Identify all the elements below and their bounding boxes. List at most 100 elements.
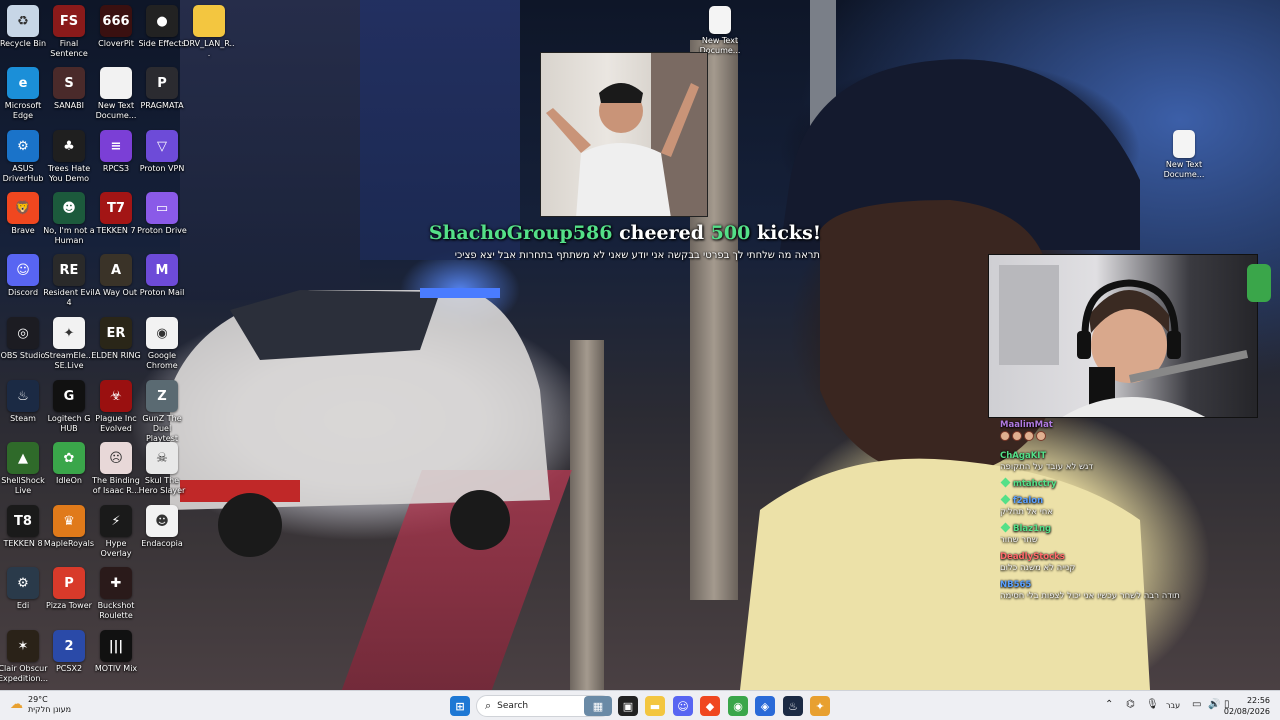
desktop-icon-text-document[interactable]: New Text Docume... (90, 67, 142, 121)
desktop-icon-obs-studio[interactable]: ◎ OBS Studio (0, 317, 49, 361)
chat-username: NB565 (1000, 580, 1270, 591)
desktop-icon-edge[interactable]: e Microsoft Edge (0, 67, 49, 121)
desktop-icon-tekken7[interactable]: T7 TEKKEN 7 (90, 192, 142, 236)
desktop-icon-shellshock-live[interactable]: ▲ ShellShock Live (0, 442, 49, 496)
desktop-icon-logitech-ghub[interactable]: G Logitech G HUB (43, 380, 95, 434)
endacopia-icon: ☻ (146, 505, 178, 537)
desktop-icon-new-text-document[interactable]: New Text Docume... (694, 6, 746, 56)
desktop-icon-pragmata[interactable]: P PRAGMATA (136, 67, 188, 111)
chat-text: אחי אל תחליק (1000, 507, 1053, 517)
desktop-icon-label: Steam (10, 414, 36, 423)
discord-taskbar-icon[interactable]: ☺ (673, 696, 693, 716)
avatar (1247, 264, 1271, 302)
recycle-bin-icon: ♻ (7, 5, 39, 37)
app-taskbar-icon[interactable]: ◈ (755, 696, 775, 716)
chat-message: f2alon אחי אל תחליק (1000, 494, 1270, 518)
language-indicator[interactable]: עבר (1166, 701, 1180, 710)
chrome-taskbar-icon[interactable]: ◉ (728, 696, 748, 716)
desktop-icon-cloverpit[interactable]: 666 CloverPit (90, 5, 142, 49)
widgets-icon[interactable]: ▦ (584, 696, 612, 716)
desktop-icon-skul[interactable]: ☠ Skul The Hero Slayer (136, 442, 188, 496)
clock[interactable]: 22:56 02/08/2026 (1224, 695, 1270, 717)
desktop-icon-mapleroyals[interactable]: ♛ MapleRoyals (43, 505, 95, 549)
tekken8-icon: T8 (7, 505, 39, 537)
chat-message: Blaz1ng שחר שחור (1000, 522, 1270, 546)
desktop-icon-gunz[interactable]: Z GunZ The Duel Playtest (136, 380, 188, 444)
cheer-alert: ShachoGroup586 cheered 500 kicks! (380, 222, 870, 244)
desktop-icon-asus-driverhub[interactable]: ⚙ ASUS DriverHub (0, 130, 49, 184)
desktop-icon-buckshot-roulette[interactable]: ✚ Buckshot Roulette (90, 567, 142, 621)
brave-taskbar-icon[interactable]: ◆ (700, 696, 720, 716)
clock-date: 02/08/2026 (1223, 707, 1270, 716)
desktop-icon-label: Logitech G HUB (47, 414, 91, 433)
desktop-icon-proton-mail[interactable]: M Proton Mail (136, 254, 188, 298)
desktop-icon-streamelements[interactable]: ✦ StreamEle... SE.Live (43, 317, 95, 371)
tekken7-icon: T7 (100, 192, 132, 224)
network-icon[interactable]: ⌬ (1126, 699, 1135, 710)
volume-icon[interactable]: 🔊 (1208, 699, 1220, 710)
pizza-tower-icon: P (53, 567, 85, 599)
task-view-icon[interactable]: ▣ (618, 696, 638, 716)
desktop-icon-binding-of-isaac[interactable]: ☹ The Binding of Isaac R... (90, 442, 142, 496)
desktop-icon-idleon[interactable]: ✿ IdleOn (43, 442, 95, 486)
chat-username: ChAgaKIT (1000, 451, 1270, 462)
desktop-icon-no-im-not-human[interactable]: ☻ No, I'm not a Human (43, 192, 95, 246)
desktop-icon-label: Endacopia (141, 539, 183, 548)
resident-evil4-icon: RE (53, 254, 85, 286)
desktop-icon-rpcs3[interactable]: ≡ RPCS3 (90, 130, 142, 174)
chat-username-text: f2alon (1013, 496, 1044, 506)
obs-studio-icon: ◎ (7, 317, 39, 349)
microphone-icon[interactable]: 🎙 (1146, 699, 1159, 710)
desktop-icon-plague-inc[interactable]: ☣ Plague Inc Evolved (90, 380, 142, 434)
desktop-icon-trees-hate-you[interactable]: ♣ Trees Hate You Demo (43, 130, 95, 184)
desktop-icon-label: Final Sentence (50, 39, 88, 58)
desktop-icon-steam[interactable]: ♨ Steam (0, 380, 49, 424)
desktop-icon-side-effects[interactable]: ● Side Effects (136, 5, 188, 49)
text-document-icon (1173, 130, 1195, 158)
desktop-icon-proton-vpn[interactable]: ▽ Proton VPN (136, 130, 188, 174)
chevron-up-icon[interactable]: ⌃ (1105, 699, 1113, 710)
start-icon[interactable]: ⊞ (450, 696, 470, 716)
cloverpit-icon: 666 (100, 5, 132, 37)
streamelements-taskbar-icon[interactable]: ✦ (810, 696, 830, 716)
motiv-mix-icon: ||| (100, 630, 132, 662)
desktop-icon-clair-obscur[interactable]: ✶ Clair Obscur Expedition... (0, 630, 49, 684)
desktop-icon-resident-evil4[interactable]: RE Resident Evil 4 (43, 254, 95, 308)
desktop-icon-label: Proton Drive (137, 226, 187, 235)
desktop-icon-elden-ring[interactable]: ER ELDEN RING (90, 317, 142, 361)
asus-driverhub-icon: ⚙ (7, 130, 39, 162)
desktop-icon-folder[interactable]: DRV_LAN_R... (183, 5, 235, 59)
folder-icon (193, 5, 225, 37)
desktop-icon-pizza-tower[interactable]: P Pizza Tower (43, 567, 95, 611)
desktop-icon-endacopia[interactable]: ☻ Endacopia (136, 505, 188, 549)
desktop-icon-label: Recycle Bin (0, 39, 47, 48)
desktop-icon-discord[interactable]: ☺ Discord (0, 254, 49, 298)
desktop-icon-edi[interactable]: ⚙ Edi (0, 567, 49, 611)
desktop-icon-sanabi[interactable]: S SANABI (43, 67, 95, 111)
desktop-icon-recycle-bin[interactable]: ♻ Recycle Bin (0, 5, 49, 49)
desktop-icon-label: Proton Mail (139, 288, 185, 297)
chat-message: NB565 תודה רבה לשחר עכשיו אני יכול לצפות … (1000, 580, 1270, 602)
desktop-icon-a-way-out[interactable]: A A Way Out (90, 254, 142, 298)
desktop-icon-brave[interactable]: 🦁 Brave (0, 192, 49, 236)
side-effects-icon: ● (146, 5, 178, 37)
desktop-icon-hype-overlay[interactable]: ⚡ Hype Overlay (90, 505, 142, 559)
desktop-icon-new-text-document[interactable]: New Text Docume... (1158, 130, 1210, 180)
desktop-icon-motiv-mix[interactable]: ||| MOTIV Mix (90, 630, 142, 674)
taskbar: ☁ 29°C מעונן חלקית ⊞ ⌕ Search ▦ ▣ ▬ ☺ ◆ ◉ ◈ ♨ ✦… (0, 690, 1280, 720)
chat-username-text: ChAgaKIT (1000, 451, 1047, 461)
desktop-icon-final-sentence[interactable]: FS Final Sentence (43, 5, 95, 59)
weather-widget[interactable]: ☁ 29°C מעונן חלקית (10, 695, 71, 715)
weather-temperature: 29°C (28, 695, 48, 704)
desktop-icon-tekken8[interactable]: T8 TEKKEN 8 (0, 505, 49, 549)
desktop-icon-pcsx2[interactable]: 2 PCSX2 (43, 630, 95, 674)
display-icon[interactable]: ▭ (1192, 699, 1201, 710)
file-explorer-icon[interactable]: ▬ (645, 696, 665, 716)
chat-text: דגש לא עובד על התקופה (1000, 462, 1094, 472)
skul-icon: ☠ (146, 442, 178, 474)
desktop-icon-chrome[interactable]: ◉ Google Chrome (136, 317, 188, 371)
brave-icon: 🦁 (7, 192, 39, 224)
chat-username-text: MaalimMat (1000, 420, 1053, 430)
steam-taskbar-icon[interactable]: ♨ (783, 696, 803, 716)
desktop-icon-proton-drive[interactable]: ▭ Proton Drive (136, 192, 188, 236)
